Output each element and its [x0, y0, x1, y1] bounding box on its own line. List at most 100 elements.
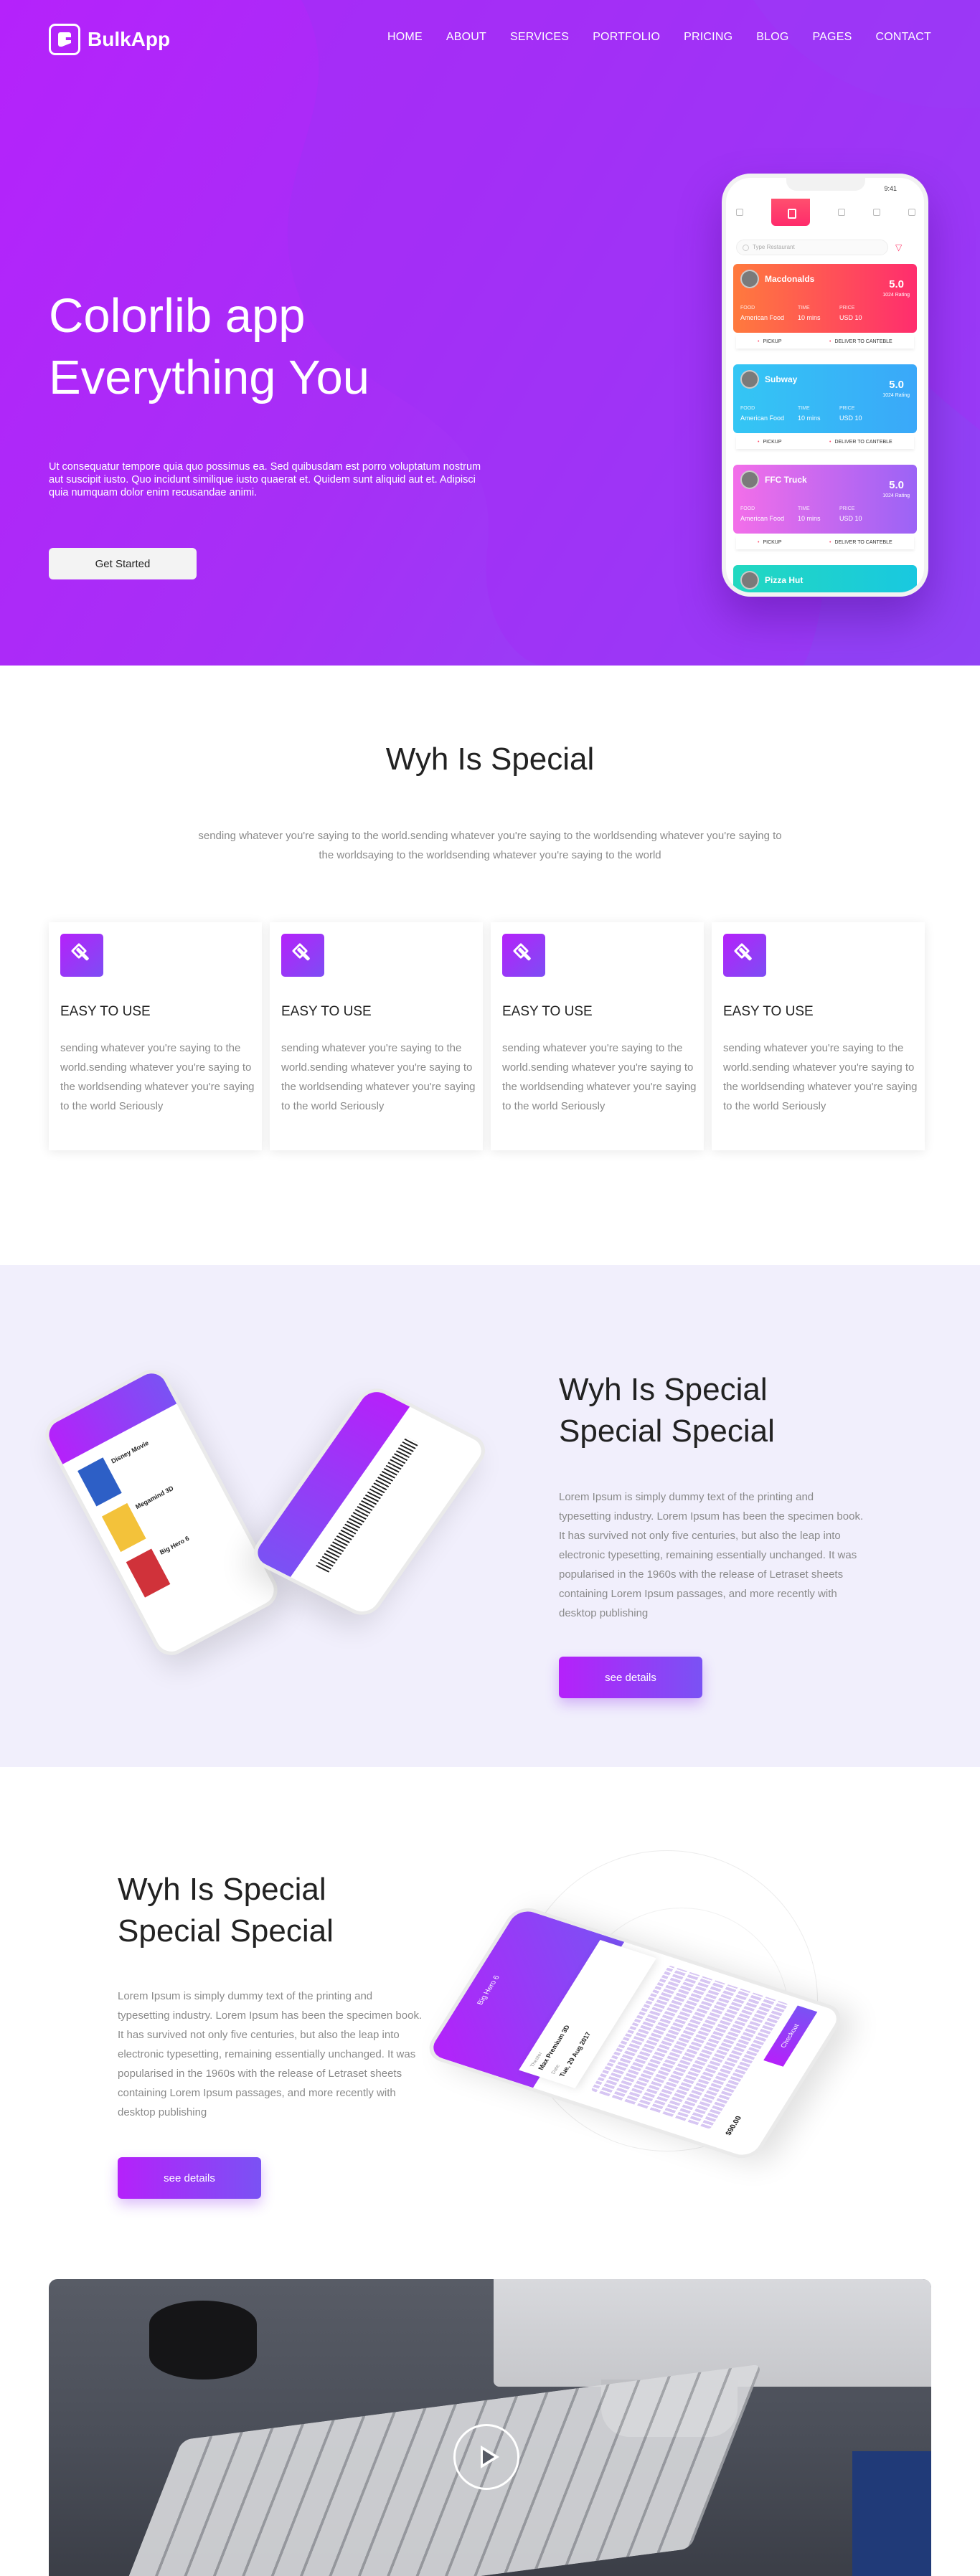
magic-wand-icon [502, 934, 545, 977]
price-value: USD 10 [839, 415, 862, 422]
food-label: FOOD [740, 406, 755, 411]
filter-icon: ▽ [895, 242, 903, 252]
deliver-option[interactable]: DELIVER TO CANTEBLE [829, 339, 892, 344]
restaurant-card[interactable]: Pizza Hut [733, 565, 917, 592]
feature-title: EASY TO USE [281, 1004, 372, 1019]
price-value: USD 10 [839, 515, 862, 522]
nav-item-pricing[interactable]: PRICING [684, 31, 732, 44]
nav-item-portfolio[interactable]: PORTFOLIO [593, 31, 660, 44]
nav-item-pages[interactable]: PAGES [813, 31, 852, 44]
block2-title-line1: Wyh Is Special [118, 1872, 326, 1907]
restaurant-avatar [740, 470, 759, 489]
deliver-option[interactable]: DELIVER TO CANTEBLE [829, 540, 892, 545]
movie-title: Megamind 3D [134, 1484, 175, 1511]
nav-item-home[interactable]: HOME [387, 31, 423, 44]
logo-text: BulkApp [88, 28, 171, 50]
hero-section: BulkApp HOME ABOUT SERVICES PORTFOLIO PR… [0, 0, 980, 666]
phone-status-bar: 9:41 [726, 184, 924, 195]
pickup-option[interactable]: PICKUP [758, 440, 781, 445]
pickup-option[interactable]: PICKUP [758, 339, 781, 344]
restaurant-avatar [740, 571, 759, 589]
food-value: American Food [740, 415, 785, 422]
restaurant-name: Macdonalds [765, 274, 815, 284]
nav-item-services[interactable]: SERVICES [510, 31, 569, 44]
restaurant-rating: 5.0 [889, 278, 904, 290]
block2-title: Wyh Is Special Special Special [118, 1869, 334, 1952]
mock-header-title: Big Hero 6 [476, 1974, 502, 2007]
price-label: PRICE [839, 306, 855, 311]
see-details-button-2[interactable]: see details [118, 2157, 261, 2199]
nav-item-contact[interactable]: CONTACT [875, 31, 931, 44]
restaurant-avatar [740, 370, 759, 389]
pickup-option[interactable]: PICKUP [758, 540, 781, 545]
tab-icon [736, 209, 743, 216]
get-started-button[interactable]: Get Started [49, 548, 197, 579]
feature-card: EASY TO USE sending whatever you're sayi… [270, 922, 483, 1150]
block2-text: Lorem Ipsum is simply dummy text of the … [118, 1990, 423, 2118]
movie-poster [101, 1502, 146, 1553]
block1-title-line2: Special Special [559, 1414, 775, 1449]
magic-wand-icon [281, 934, 324, 977]
deliver-option[interactable]: DELIVER TO CANTEBLE [829, 440, 892, 445]
movie-title: Disney Movie [110, 1439, 150, 1465]
see-details-button[interactable]: see details [559, 1657, 702, 1698]
restaurant-card[interactable]: FFC Truck 5.0 1024 Rating FOOD TIME PRICE Amer… [733, 465, 917, 534]
rating-count: 1024 Rating [882, 293, 910, 298]
magic-wand-icon [723, 934, 766, 977]
price-value: USD 10 [839, 314, 862, 321]
feature-card: EASY TO USE sending whatever you're sayi… [712, 922, 925, 1150]
phone-time: 9:41 [884, 185, 897, 192]
movie-title: Big Hero 6 [158, 1534, 191, 1556]
logo[interactable]: BulkApp [49, 24, 170, 55]
mock-price: $90.00 [724, 2115, 744, 2136]
hero-phone-mockup: 9:41 Type Restaurant ▽ Macdonalds 5.0 1024… [722, 174, 928, 597]
magic-wand-icon [60, 934, 103, 977]
feature-title: EASY TO USE [60, 1004, 151, 1019]
food-value: American Food [740, 515, 785, 522]
feature-title: EASY TO USE [723, 1004, 814, 1019]
price-label: PRICE [839, 506, 855, 511]
feature-text: sending whatever you're saying to the wo… [281, 1042, 476, 1112]
phone-search-input: Type Restaurant [736, 240, 888, 255]
tab-icon [873, 209, 880, 216]
keyboard-image [110, 2364, 763, 2576]
block1-text: Lorem Ipsum is simply dummy text of the … [559, 1491, 864, 1619]
rating-count: 1024 Rating [882, 393, 910, 398]
tab-icon [838, 209, 845, 216]
nav-item-blog[interactable]: BLOG [756, 31, 788, 44]
card-footer: PICKUP DELIVER TO CANTEBLE [736, 436, 914, 449]
hero-title: Colorlib app Everything You [49, 285, 369, 409]
price-label: PRICE [839, 406, 855, 411]
restaurant-name: Pizza Hut [765, 575, 804, 585]
play-button[interactable] [453, 2424, 519, 2490]
logo-icon [49, 24, 80, 55]
tab-icon-active [771, 199, 810, 226]
nav-item-about[interactable]: ABOUT [446, 31, 486, 44]
feature-block-1: Disney Movie Megamind 3D Big Hero 6 Wyh … [0, 1265, 980, 1767]
nav-menu: HOME ABOUT SERVICES PORTFOLIO PRICING BL… [364, 31, 931, 44]
time-value: 10 mins [798, 415, 821, 422]
restaurant-card[interactable]: Macdonalds 5.0 1024 Rating FOOD TIME PRICE Ame… [733, 264, 917, 333]
restaurant-name: FFC Truck [765, 475, 807, 485]
feature-card: EASY TO USE sending whatever you're sayi… [49, 922, 262, 1150]
time-label: TIME [798, 306, 810, 311]
special-subtitle: sending whatever you're saying to the wo… [198, 830, 782, 861]
feature-text: sending whatever you're saying to the wo… [60, 1042, 255, 1112]
block1-title: Wyh Is Special Special Special [559, 1369, 775, 1452]
movie-list-phone-mockup: Disney Movie Megamind 3D Big Hero 6 [39, 1363, 284, 1662]
tab-icon [908, 209, 915, 216]
food-label: FOOD [740, 506, 755, 511]
restaurant-card[interactable]: Subway 5.0 1024 Rating FOOD TIME PRICE America… [733, 364, 917, 433]
food-value: American Food [740, 314, 785, 321]
time-value: 10 mins [798, 314, 821, 321]
restaurant-avatar [740, 270, 759, 288]
restaurant-rating: 5.0 [889, 379, 904, 391]
card-footer: PICKUP DELIVER TO CANTEBLE [736, 336, 914, 349]
feature-text: sending whatever you're saying to the wo… [723, 1042, 918, 1112]
ticket-phone-mockup [246, 1382, 493, 1621]
food-label: FOOD [740, 306, 755, 311]
hero-title-line2: Everything You [49, 351, 370, 404]
time-value: 10 mins [798, 515, 821, 522]
feature-text: sending whatever you're saying to the wo… [502, 1042, 697, 1112]
movie-poster [126, 1548, 171, 1598]
